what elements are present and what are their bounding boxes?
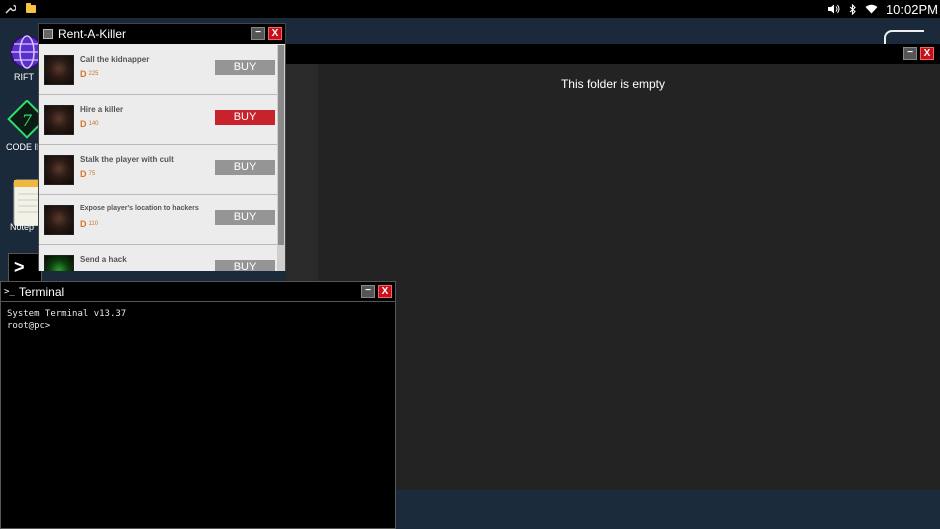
terminal-titlebar[interactable]: >_ Terminal − X [1, 282, 395, 302]
buy-button[interactable]: BUY [215, 60, 275, 75]
service-thumbnail [44, 205, 74, 235]
service-name: Stalk the player with cult [80, 155, 174, 164]
list-item: Send a hack BUY [39, 245, 277, 271]
wifi-icon[interactable] [865, 4, 878, 14]
list-item: Expose player's location to hackers D 110… [39, 195, 277, 245]
currency-icon: D [80, 219, 87, 229]
terminal-line: System Terminal v13.37 [7, 309, 127, 319]
service-list: Call the kidnapper D 225 BUY Hire a kille… [39, 45, 277, 271]
list-item: Call the kidnapper D 225 BUY [39, 45, 277, 95]
terminal-window: >_ Terminal − X System Terminal v13.37 r… [0, 281, 396, 529]
bluetooth-icon[interactable] [849, 3, 857, 15]
clock: 10:02PM [885, 1, 938, 17]
desktop-icon-partial[interactable] [884, 30, 924, 44]
currency-icon: D [80, 69, 87, 79]
volume-icon[interactable] [827, 4, 841, 14]
service-thumbnail [44, 155, 74, 185]
scrollbar[interactable] [277, 45, 285, 271]
rak-close-button[interactable]: X [268, 27, 282, 40]
service-name: Expose player's location to hackers [80, 205, 199, 212]
wrench-icon[interactable] [4, 3, 16, 15]
service-price: D 225 [80, 69, 99, 79]
service-name: Call the kidnapper [80, 55, 150, 64]
service-price: D 110 [80, 219, 99, 229]
terminal-prompt-icon: >_ [4, 286, 15, 297]
folder-icon[interactable] [26, 3, 36, 13]
service-thumbnail [44, 105, 74, 135]
terminal-output[interactable]: System Terminal v13.37 root@pc> [1, 302, 395, 338]
terminal-minimize-button[interactable]: − [361, 285, 375, 298]
empty-folder-message: This folder is empty [560, 77, 666, 91]
scrollbar-thumb[interactable] [278, 45, 284, 245]
window-title: Rent-A-Killer [58, 27, 127, 41]
currency-icon: D [80, 169, 87, 179]
terminal-prompt: root@pc> [7, 321, 51, 331]
rak-minimize-button[interactable]: − [251, 27, 265, 40]
desktop-taskbar-area [396, 490, 940, 529]
rent-a-killer-window: Rent-A-Killer − X Call the kidnapper D 22… [38, 23, 286, 271]
terminal-icon: > [8, 253, 42, 283]
top-bar: 10:02PM [0, 0, 940, 18]
service-thumbnail [44, 55, 74, 85]
explorer-close-button[interactable]: X [920, 47, 934, 60]
window-title: Terminal [18, 284, 65, 299]
list-item: Stalk the player with cult D 75 BUY [39, 145, 277, 195]
list-item: Hire a killer D 140 BUY [39, 95, 277, 145]
buy-button[interactable]: BUY [215, 260, 275, 271]
explorer-titlebar[interactable]: − X [286, 44, 940, 64]
svg-text:7: 7 [22, 111, 33, 130]
service-name: Send a hack [80, 255, 127, 264]
rent-a-killer-titlebar[interactable]: Rent-A-Killer − X [39, 24, 285, 44]
terminal-close-button[interactable]: X [378, 285, 392, 298]
buy-button[interactable]: BUY [215, 160, 275, 175]
buy-button[interactable]: BUY [215, 110, 275, 125]
explorer-minimize-button[interactable]: − [903, 47, 917, 60]
service-price: D 75 [80, 169, 96, 179]
currency-icon: D [80, 119, 87, 129]
service-price: D 140 [80, 119, 99, 129]
app-icon [43, 29, 53, 39]
service-thumbnail [44, 255, 74, 271]
buy-button[interactable]: BUY [215, 210, 275, 225]
service-name: Hire a killer [80, 105, 124, 114]
